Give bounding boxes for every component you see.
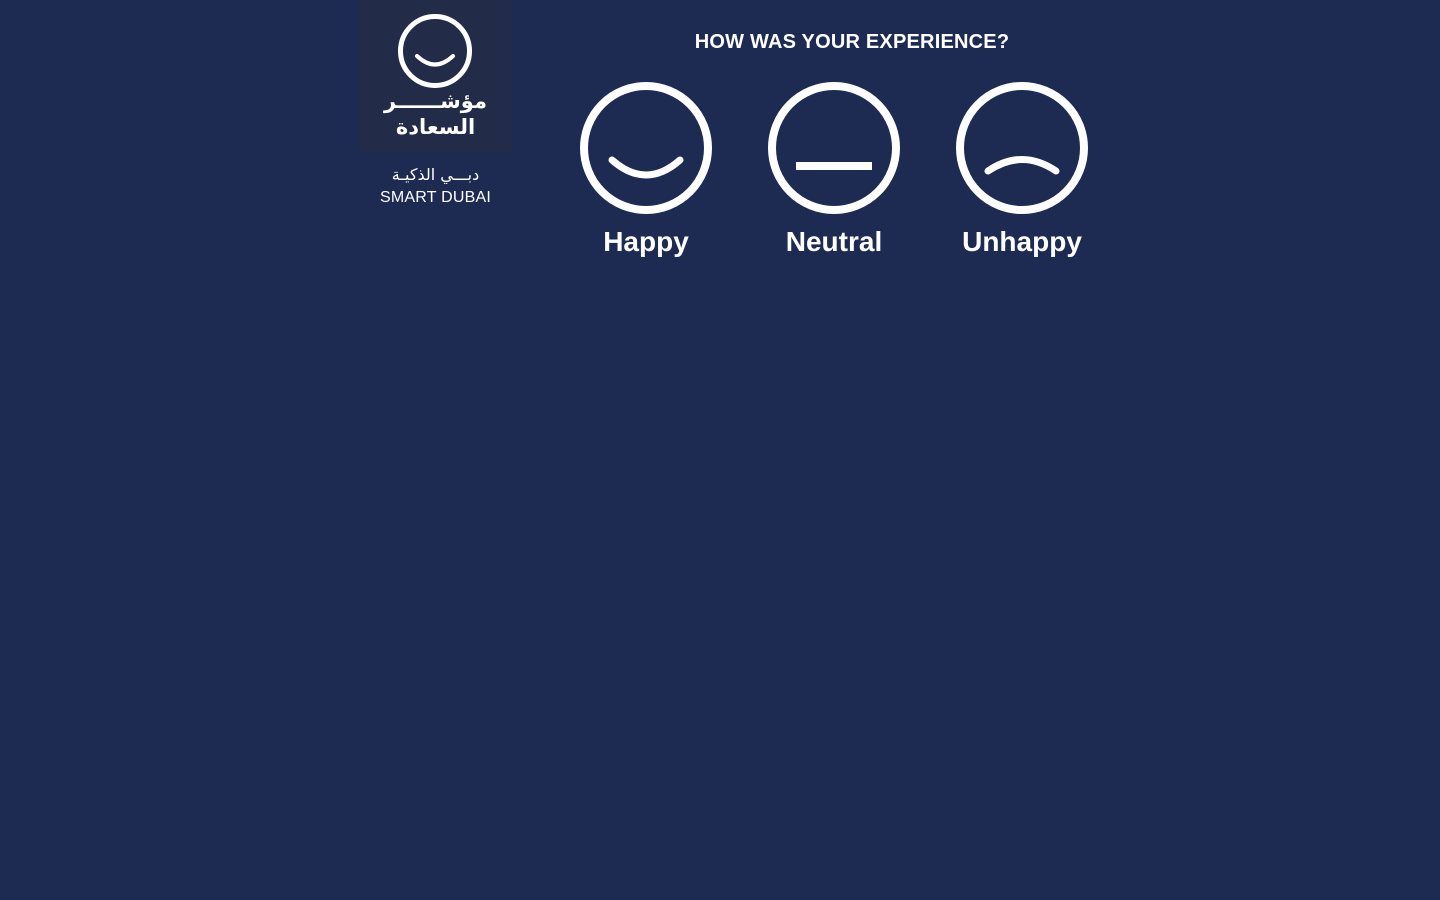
logo-arabic-title-line2: السعادة (395, 115, 476, 139)
logo-arabic-title-line1: مؤشــــــر (384, 89, 487, 113)
smiley-face-icon (398, 14, 472, 88)
unhappy-rating-button[interactable]: Unhappy (937, 78, 1107, 268)
happiness-meter-logo: مؤشــــــر السعادة (359, 0, 512, 153)
neutral-label: Neutral (785, 226, 883, 257)
happy-label: Happy (603, 226, 689, 257)
happy-face-icon (580, 82, 712, 214)
neutral-rating-button[interactable]: Neutral (749, 78, 919, 268)
unhappy-label: Unhappy (962, 226, 1082, 257)
happiness-meter-screen: مؤشــــــر السعادة دبـــي الذكيـة SMART … (0, 0, 1440, 900)
happy-rating-button[interactable]: Happy (561, 78, 731, 268)
brand-english-name: SMART DUBAI (380, 189, 491, 206)
neutral-face-icon (768, 82, 900, 214)
brand-arabic-name: دبـــي الذكيـة (391, 165, 480, 184)
survey-question: HOW WAS YOUR EXPERIENCE? (694, 31, 1010, 53)
unhappy-face-icon (956, 82, 1088, 214)
